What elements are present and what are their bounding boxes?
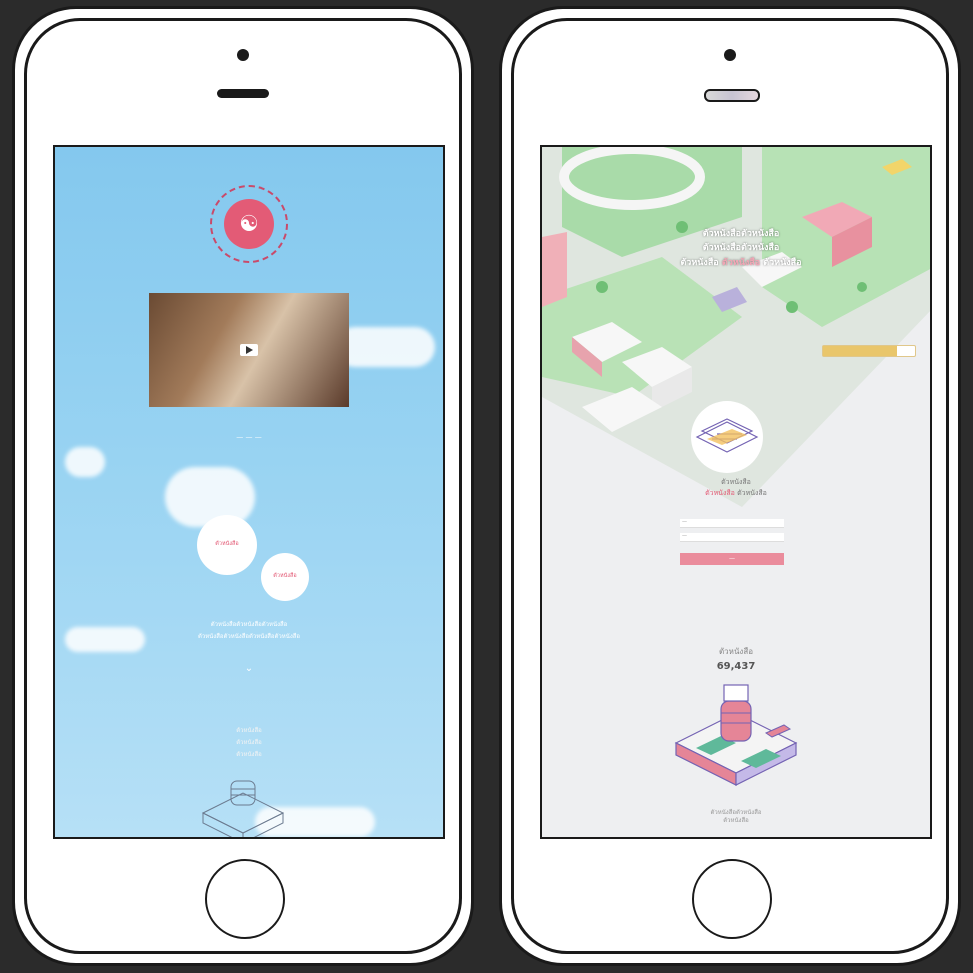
camera-dot [237, 49, 249, 61]
footer-text: ตัวหนังสือตัวหนังสือ ตัวหนังสือ [542, 809, 930, 826]
building-illustration-icon [201, 780, 285, 837]
brand-logo: ☯ [210, 185, 288, 263]
counter-label: ตัวหนังสือ [718, 647, 754, 656]
play-icon[interactable] [240, 344, 258, 356]
info-bubble-1: ตัวหนังสือ [197, 515, 257, 575]
phone-left: ☯ — — — ตัวหนังสือ ตัวหนังสือ ตัวหนังสือ… [12, 6, 474, 966]
form-field-1[interactable]: — [680, 519, 784, 528]
home-button[interactable] [692, 859, 772, 939]
form-heading-line-2: ตัวหนังสือ ตัวหนังสือ [662, 488, 810, 499]
form-field-2[interactable]: — [680, 533, 784, 542]
progress-fill [823, 346, 897, 356]
cloud [335, 327, 435, 367]
quote-line-3-start: ตัวหนังสือ [680, 257, 719, 268]
info-bubble-2: ตัวหนังสือ [261, 553, 309, 601]
hero-quote: ตัวหนังสือตัวหนังสือ ตัวหนังสือตัวหนังสื… [592, 227, 890, 270]
form-heading: ตัวหนังสือ ตัวหนังสือ ตัวหนังสือ [662, 477, 810, 498]
contact-line-3: ตัวหนังสือ [236, 751, 262, 758]
quote-line-1: ตัวหนังสือตัวหนังสือ [702, 229, 780, 239]
description-line-1: ตัวหนังสือตัวหนังสือตัวหนังสือ [210, 621, 288, 628]
quote-highlight: ตัวหนังสือ [721, 257, 761, 268]
contact-line-2: ตัวหนังสือ [236, 739, 262, 746]
contact-line-1: ตัวหนังสือ [236, 727, 262, 734]
video-caption: — — — [236, 433, 262, 441]
logo-emblem-icon: ☯ [224, 199, 274, 249]
city-illustration [542, 147, 930, 507]
screen-right: ตัวหนังสือตัวหนังสือ ตัวหนังสือตัวหนังสื… [540, 145, 932, 839]
home-button[interactable] [205, 859, 285, 939]
progress-bar [822, 345, 916, 357]
footer-line-2: ตัวหนังสือ [723, 817, 749, 825]
quote-line-3-end: ตัวหนังสือ [763, 257, 802, 268]
speaker-slot [217, 89, 269, 98]
video-player[interactable] [149, 293, 349, 407]
camera-dot [724, 49, 736, 61]
submit-button[interactable]: — [680, 553, 784, 565]
quote-line-2: ตัวหนังสือตัวหนังสือ [702, 243, 780, 254]
phone-right: ตัวหนังสือตัวหนังสือ ตัวหนังสือตัวหนังสื… [499, 6, 961, 966]
quote-line-3: ตัวหนังสือ ตัวหนังสือ ตัวหนังสือ [592, 256, 890, 270]
bubble-text: ตัวหนังสือ [215, 541, 239, 548]
counter-value: 69,437 [716, 661, 756, 672]
screen-left: ☯ — — — ตัวหนังสือ ตัวหนังสือ ตัวหนังสือ… [53, 145, 445, 839]
building-illustration-icon [674, 684, 798, 786]
chevron-down-icon[interactable]: ⌄ [55, 663, 443, 674]
form-heading-highlight: ตัวหนังสือ [705, 488, 735, 497]
form-heading-line-1: ตัวหนังสือ [721, 478, 751, 486]
form-heading-tail: ตัวหนังสือ [737, 488, 767, 497]
speaker-slot [704, 89, 760, 102]
bubble-text: ตัวหนังสือ [273, 573, 297, 580]
description-line-2: ตัวหนังสือตัวหนังสือตัวหนังสือตัวหนังสือ [197, 633, 301, 640]
cloud [65, 447, 105, 477]
